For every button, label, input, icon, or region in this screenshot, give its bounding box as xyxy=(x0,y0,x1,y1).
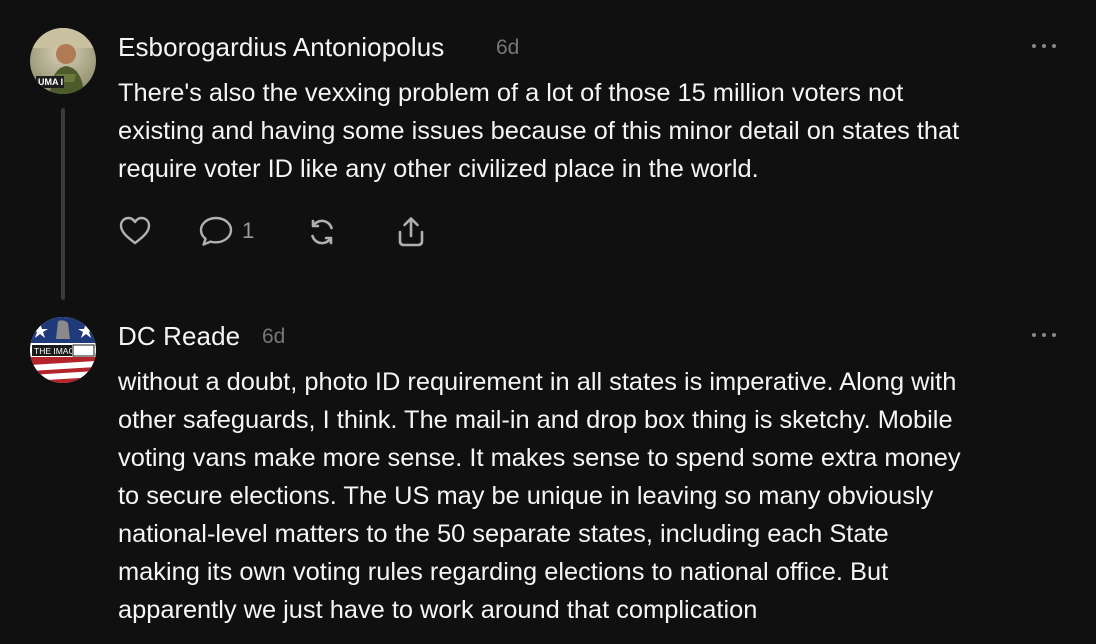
author-name[interactable]: Esborogardius Antoniopolus xyxy=(118,32,444,63)
post-esborogardius: UMA I Esborogardius Antoniopolus 6d Ther… xyxy=(0,0,1096,300)
comment-icon xyxy=(199,216,233,246)
text-line: making its own voting rules regarding el… xyxy=(118,558,889,586)
reply-count: 1 xyxy=(242,218,255,243)
author-name[interactable]: DC Reade xyxy=(118,321,240,352)
more-dot-icon xyxy=(1052,333,1056,337)
reply-button[interactable]: 1 xyxy=(198,214,268,250)
repost-button[interactable] xyxy=(304,214,340,250)
text-line: voting vans make more sense. It makes se… xyxy=(118,444,961,472)
share-icon xyxy=(398,217,424,247)
avatar-image: UMA I xyxy=(30,28,96,94)
text-line: without a doubt, photo ID requirement in… xyxy=(118,368,957,396)
more-dot-icon xyxy=(1042,333,1046,337)
thread-line xyxy=(61,108,65,300)
more-dot-icon xyxy=(1052,44,1056,48)
repost-icon xyxy=(311,219,333,245)
post-timestamp[interactable]: 6d xyxy=(496,36,519,60)
text-line: national-level matters to the 50 separat… xyxy=(118,520,889,548)
post-text: There's also the vexxing problem of a lo… xyxy=(118,74,1078,188)
avatar-image: THE IMAGE xyxy=(30,317,96,383)
avatar[interactable]: UMA I xyxy=(30,28,96,94)
text-line: other safeguards, I think. The mail-in a… xyxy=(118,406,953,434)
text-line: existing and having some issues because … xyxy=(118,117,960,145)
more-options-button[interactable] xyxy=(1032,42,1058,50)
more-options-button[interactable] xyxy=(1032,331,1058,339)
text-line: to secure elections. The US may be uniqu… xyxy=(118,482,934,510)
text-line: require voter ID like any other civilize… xyxy=(118,155,759,183)
more-dot-icon xyxy=(1032,44,1036,48)
heart-icon xyxy=(119,216,151,245)
post-timestamp[interactable]: 6d xyxy=(262,325,285,349)
post-dc-reade: THE IMAGE DC Reade 6d without a doubt, p… xyxy=(0,300,1096,644)
like-button[interactable] xyxy=(118,214,152,250)
text-line: apparently we just have to work around t… xyxy=(118,596,758,624)
text-line: There's also the vexxing problem of a lo… xyxy=(118,79,904,107)
share-button[interactable] xyxy=(394,214,428,250)
avatar[interactable]: THE IMAGE xyxy=(30,317,96,383)
more-dot-icon xyxy=(1042,44,1046,48)
more-dot-icon xyxy=(1032,333,1036,337)
avatar-badge-text: UMA I xyxy=(38,77,63,87)
post-text: without a doubt, photo ID requirement in… xyxy=(118,363,1078,629)
